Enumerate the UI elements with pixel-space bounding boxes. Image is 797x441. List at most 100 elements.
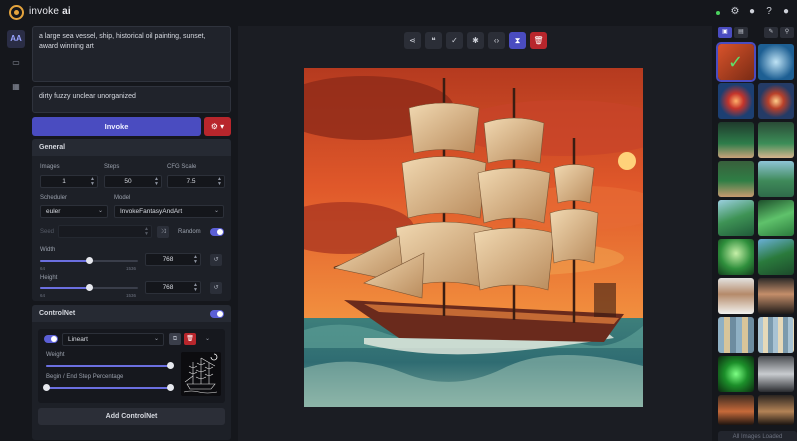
stepper-icon[interactable]: ▲ ▼ [154,177,159,187]
pin-icon[interactable]: ⚲ [780,27,794,38]
images-tab-icon[interactable]: ▣ [718,27,732,38]
weight-slider-thumb[interactable] [167,362,174,369]
stepper-icon[interactable]: ▲ ▼ [193,255,198,265]
asterisk-icon[interactable]: ✱ [467,32,484,49]
gallery-thumbnail[interactable] [718,317,754,353]
gallery-thumbnail[interactable] [718,395,754,425]
height-input[interactable]: 768 ▲ ▼ [145,281,201,294]
random-seed-toggle[interactable] [210,228,224,236]
gallery-thumbnail[interactable] [718,200,754,236]
share-icon[interactable]: ⋖ [404,32,421,49]
weight-slider[interactable] [46,362,174,369]
width-min: 64 [40,266,46,271]
reset-width-icon[interactable]: ↺ [210,254,222,266]
gallery-thumbnail[interactable] [718,122,754,158]
width-input[interactable]: 768 ▲ ▼ [145,253,201,266]
gallery-thumbnail[interactable] [758,278,794,314]
gallery-thumbnail[interactable] [758,356,794,392]
images-value: 1 [62,178,66,185]
cancel-options-button[interactable]: ⚙ ▾ [204,117,231,136]
general-header[interactable]: General [32,139,231,156]
steps-input[interactable]: 50 ▲ ▼ [104,175,162,188]
gallery-thumbnail[interactable] [758,200,794,236]
positive-prompt-input[interactable]: a large sea vessel, ship, historical oil… [32,26,231,82]
discord-icon[interactable]: ● [746,6,758,18]
negative-prompt-input[interactable]: dirty fuzzy unclear unorganized [32,86,231,113]
gallery-thumbnail[interactable] [758,395,794,425]
stepper-icon[interactable]: ▲ ▼ [193,283,198,293]
tab-unified-canvas[interactable]: ▦ [7,78,25,96]
shuffle-seed-icon[interactable]: ⤨ [157,226,169,238]
controlnet-unit-toggle[interactable] [44,335,58,343]
width-max: 1536 [126,266,137,271]
help-icon[interactable]: ? [763,6,775,18]
height-slider[interactable] [40,284,138,291]
add-controlnet-button[interactable]: Add ControlNet [38,408,225,425]
controlnet-preview-image[interactable] [181,352,221,396]
seed-input[interactable]: ▲ ▼ [58,225,152,238]
stepper-icon[interactable]: ▲ ▼ [90,177,95,187]
controlnet-section: ControlNet Lineart ⌄ ⧉ 🗑 ⌄ Weight Begin /… [32,305,231,440]
ship-painting [304,68,643,407]
model-select[interactable]: InvokeFantasyAndArt ⌄ [114,205,224,218]
gallery-thumbnail[interactable] [718,83,754,119]
tab-text-to-image[interactable]: AA [7,30,25,48]
scheduler-label: Scheduler [40,195,68,201]
controlnet-title: ControlNet [39,310,76,317]
gallery-panel: ▣ ▤ ✎ ⚲ ✓ All Images Loaded [716,26,797,441]
step-percentage-slider[interactable] [43,384,174,391]
wrench-icon[interactable]: ✎ [764,27,778,38]
model-value: InvokeFantasyAndArt [120,208,183,215]
cfg-input[interactable]: 7.5 ▲ ▼ [167,175,225,188]
controlnet-enable-toggle[interactable] [210,310,224,318]
github-icon[interactable]: ● [780,6,792,18]
reset-height-icon[interactable]: ↺ [210,282,222,294]
scheduler-select[interactable]: euler ⌄ [40,205,108,218]
gallery-thumbnail[interactable]: ✓ [716,42,756,82]
width-slider-fill [40,260,89,262]
gallery-thumbnail[interactable] [718,356,754,392]
tab-image-to-image[interactable]: ▭ [7,54,25,72]
chevron-down-icon: ⌄ [213,208,219,214]
step-percentage-fill [46,387,170,389]
weight-label: Weight [46,352,65,358]
quote-icon[interactable]: ❝ [425,32,442,49]
gallery-thumbnail[interactable] [758,44,794,80]
height-min: 64 [40,293,46,298]
gear-icon[interactable]: ⚙ [729,6,741,18]
height-slider-thumb[interactable] [86,284,93,291]
chevron-down-icon[interactable]: ⌄ [205,335,210,342]
code-icon[interactable]: ‹› [488,32,505,49]
stepper-icon[interactable]: ▲ ▼ [217,177,222,187]
width-slider[interactable] [40,257,138,264]
end-step-thumb[interactable] [167,384,174,391]
gallery-thumbnail[interactable] [718,239,754,275]
width-slider-thumb[interactable] [86,257,93,264]
seed-label: Seed [40,229,55,235]
assets-tab-icon[interactable]: ▤ [734,27,748,38]
restore-face-icon[interactable]: ✓ [446,32,463,49]
invoke-button[interactable]: Invoke [32,117,201,136]
connection-status-icon [716,11,720,15]
gallery-thumbnail[interactable] [758,317,794,353]
duplicate-icon[interactable]: ⧉ [169,333,181,345]
gallery-thumbnail[interactable] [718,278,754,314]
gallery-thumbnail[interactable] [718,161,754,197]
images-input[interactable]: 1 ▲ ▼ [40,175,98,188]
controlnet-header[interactable]: ControlNet [32,305,231,322]
gallery-thumbnail[interactable] [758,122,794,158]
gallery-thumbnail[interactable] [758,239,794,275]
gallery-thumbnail[interactable] [758,83,794,119]
chevron-down-icon: ⌄ [97,208,103,214]
chevron-down-icon: ⌄ [153,336,159,342]
gallery-thumbnail[interactable] [758,161,794,197]
trash-icon[interactable]: 🗑 [530,32,547,49]
step-percentage-label: Begin / End Step Percentage [46,374,124,380]
tab-rail: AA ▭ ▦ [0,26,30,441]
controlnet-model-select[interactable]: Lineart ⌄ [62,333,164,346]
trash-icon[interactable]: 🗑 [184,333,196,345]
hourglass-icon[interactable]: ⧗ [509,32,526,49]
generated-image[interactable] [304,68,643,407]
cfg-label: CFG Scale [167,164,197,170]
begin-step-thumb[interactable] [43,384,50,391]
